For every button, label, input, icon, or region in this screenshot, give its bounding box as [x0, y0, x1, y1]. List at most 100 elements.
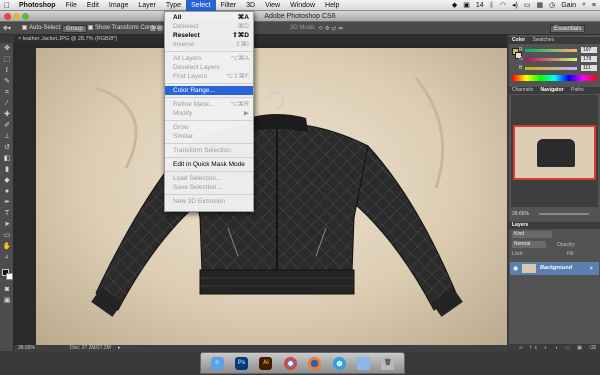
- document-tab[interactable]: × leather Jacket.JPG @ 28.7% (RGB/8*): [14, 35, 507, 43]
- align-buttons[interactable]: ▥ ▤: [150, 25, 163, 32]
- bluetooth-icon[interactable]: ᛒ: [490, 2, 494, 9]
- select-menu-item-color-range[interactable]: Color Range...: [165, 86, 253, 95]
- select-menu-item-reselect[interactable]: Reselect ⇧⌘D: [165, 31, 253, 40]
- select-menu-item-deselect-layers[interactable]: Deselect Layers: [165, 63, 253, 72]
- firefox-icon[interactable]: [308, 356, 322, 370]
- pen-tool-icon[interactable]: ✒: [2, 199, 12, 207]
- type-tool-icon[interactable]: T: [2, 210, 12, 218]
- b-slider[interactable]: [525, 67, 577, 70]
- stamp-tool-icon[interactable]: ⊥: [2, 133, 12, 141]
- layer-footer-icons[interactable]: ∞ fx ◐ ◑ ▭ ▣ ⌫: [509, 344, 600, 352]
- adobe-icon[interactable]: ▣: [463, 1, 470, 9]
- ai-icon[interactable]: Ai: [259, 356, 273, 370]
- clock-icon[interactable]: ◷: [549, 1, 555, 9]
- dropbox-icon[interactable]: ◆: [452, 1, 457, 9]
- volume-icon[interactable]: ◂): [512, 1, 518, 9]
- tab-channels[interactable]: Channels: [512, 87, 533, 93]
- quick-select-tool-icon[interactable]: ✎: [2, 78, 12, 86]
- menu-edit[interactable]: Edit: [82, 0, 104, 11]
- screen-mode-icon[interactable]: ▣: [2, 297, 12, 305]
- apple-icon[interactable]: : [0, 1, 14, 10]
- hand-tool-icon[interactable]: ✋: [2, 243, 12, 251]
- select-menu-item-load-selection[interactable]: Load Selection...: [165, 174, 253, 183]
- select-menu-item-similar[interactable]: Similar: [165, 132, 253, 141]
- select-menu-item-deselect[interactable]: Deselect ⌘D: [165, 22, 253, 31]
- select-menu-item-transform-selection[interactable]: Transform Selection: [165, 146, 253, 155]
- flag-icon[interactable]: ▦: [536, 1, 543, 9]
- zoom-level[interactable]: 28.66%: [18, 345, 35, 352]
- b-value[interactable]: 111: [581, 65, 597, 71]
- folder-icon[interactable]: [356, 356, 370, 370]
- doc-size[interactable]: Doc: 27.2M/27.2M: [70, 345, 111, 352]
- marquee-tool-icon[interactable]: ⬚: [2, 56, 12, 64]
- g-value[interactable]: 179: [581, 56, 597, 62]
- finder-icon[interactable]: ☺: [210, 356, 224, 370]
- workspace-dropdown[interactable]: Essentials: [550, 25, 586, 33]
- select-menu-item-new-3d-extrusion[interactable]: New 3D Extrusion: [165, 197, 253, 206]
- layer-row-background[interactable]: ◉ Background 🔒︎: [510, 262, 599, 275]
- ps-icon[interactable]: Ps: [235, 356, 249, 370]
- menu-help[interactable]: Help: [320, 0, 344, 11]
- status-arrow-icon[interactable]: ▸: [118, 345, 121, 352]
- canvas-area[interactable]: [14, 43, 507, 345]
- select-menu-item-save-selection[interactable]: Save Selection...: [165, 183, 253, 192]
- menu-filter[interactable]: Filter: [216, 0, 242, 11]
- menu-3d[interactable]: 3D: [241, 0, 260, 11]
- menu-image[interactable]: Image: [104, 0, 133, 11]
- blend-mode-dropdown[interactable]: Normal: [512, 241, 546, 248]
- lasso-tool-icon[interactable]: ℓ: [2, 67, 12, 75]
- tab-navigator[interactable]: Navigator: [541, 87, 564, 93]
- itunes-icon[interactable]: ♫: [332, 356, 346, 370]
- gradient-tool-icon[interactable]: ▮: [2, 166, 12, 174]
- layer-kind-filter[interactable]: Kind: [512, 231, 552, 238]
- auto-select-checkbox[interactable]: Auto-Select:: [22, 25, 62, 31]
- user-name[interactable]: Gain: [561, 2, 576, 9]
- g-slider[interactable]: [525, 58, 577, 61]
- tab-color[interactable]: Color: [512, 37, 525, 43]
- eye-icon[interactable]: ◉: [513, 265, 518, 272]
- group-dropdown[interactable]: Group: [62, 25, 87, 33]
- healing-tool-icon[interactable]: ✚: [2, 111, 12, 119]
- select-menu-item-refine-mask[interactable]: Refine Mask... ⌥⌘R: [165, 100, 253, 109]
- select-menu-item-all-layers[interactable]: All Layers ⌥⌘A: [165, 54, 253, 63]
- dodge-tool-icon[interactable]: ●: [2, 188, 12, 196]
- zoom-tool-icon[interactable]: ⌕: [2, 254, 12, 262]
- minimize-window-icon[interactable]: [13, 13, 20, 20]
- crop-tool-icon[interactable]: ⌗: [2, 89, 12, 97]
- path-select-tool-icon[interactable]: ➤: [2, 221, 12, 229]
- eyedropper-tool-icon[interactable]: ⁄: [2, 100, 12, 108]
- spotlight-icon[interactable]: ⌕: [582, 1, 586, 9]
- status-number[interactable]: 14: [476, 2, 484, 9]
- eraser-tool-icon[interactable]: ◧: [2, 155, 12, 163]
- move-tool-icon[interactable]: ✥▾: [3, 25, 11, 32]
- trash-icon[interactable]: 🗑︎: [381, 356, 395, 370]
- navigator-zoom-slider[interactable]: [539, 213, 589, 215]
- quick-mask-icon[interactable]: ◙: [2, 286, 12, 294]
- select-menu-item-all[interactable]: All ⌘A: [165, 13, 253, 22]
- close-window-icon[interactable]: [4, 13, 11, 20]
- menu-view[interactable]: View: [260, 0, 285, 11]
- tab-paths[interactable]: Paths: [571, 87, 584, 93]
- menu-type[interactable]: Type: [161, 0, 186, 11]
- menu-layer[interactable]: Layer: [133, 0, 161, 11]
- brush-tool-icon[interactable]: ✐: [2, 122, 12, 130]
- r-value[interactable]: 197: [581, 47, 597, 53]
- chrome-icon[interactable]: [283, 356, 297, 370]
- select-menu-item-edit-in-quick-mask-mode[interactable]: Edit in Quick Mask Mode: [165, 160, 253, 169]
- 3d-mode-icons[interactable]: ⟲ ✥ ⇄ ⬌: [318, 25, 343, 32]
- notifications-icon[interactable]: ≡: [592, 2, 596, 9]
- battery-icon[interactable]: ▭: [524, 1, 531, 9]
- menu-photoshop[interactable]: Photoshop: [14, 0, 61, 11]
- history-brush-tool-icon[interactable]: ↺: [2, 144, 12, 152]
- menu-file[interactable]: File: [61, 0, 82, 11]
- menu-select[interactable]: Select: [186, 0, 216, 11]
- move-tool-icon[interactable]: ✥: [2, 45, 12, 53]
- zoom-window-icon[interactable]: [22, 13, 29, 20]
- shape-tool-icon[interactable]: ▭: [2, 232, 12, 240]
- select-menu-item-inverse[interactable]: Inverse ⇧⌘I: [165, 40, 253, 49]
- background-color-swatch[interactable]: [6, 273, 13, 280]
- select-menu-item-modify[interactable]: Modify ▶: [165, 109, 253, 118]
- select-menu-item-find-layers[interactable]: Find Layers ⌥⇧⌘F: [165, 72, 253, 81]
- navigator-view-box[interactable]: [513, 125, 596, 180]
- tab-swatches[interactable]: Swatches: [532, 37, 554, 43]
